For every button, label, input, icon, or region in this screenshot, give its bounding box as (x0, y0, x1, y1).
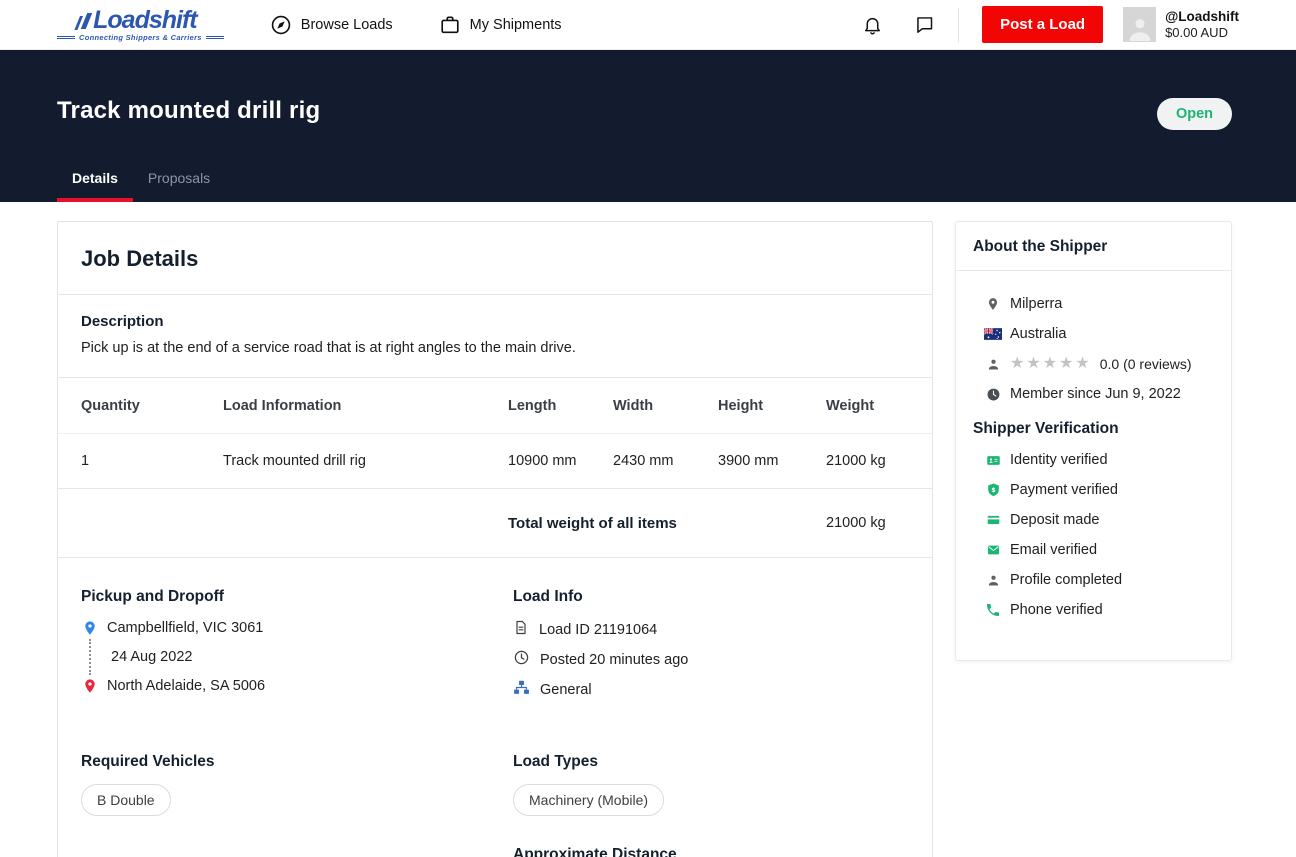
dropoff-row: North Adelaide, SA 5006 (81, 677, 513, 695)
pickup-dropoff-block: Pickup and Dropoff Campbellfield, VIC 30… (81, 588, 513, 709)
logo-text: Loadshift (93, 8, 197, 32)
phone-icon (984, 602, 1002, 618)
user-handle: @Loadshift (1165, 8, 1239, 25)
col-length: Length (508, 398, 613, 414)
approximate-distance-title: Approximate Distance (513, 846, 909, 857)
verification-label: Profile completed (1010, 572, 1122, 588)
credit-card-icon (984, 513, 1002, 527)
tab-proposals[interactable]: Proposals (133, 170, 225, 202)
person-icon (984, 357, 1002, 372)
load-info-title: Load Info (513, 588, 909, 606)
nav-browse-loads[interactable]: Browse Loads (270, 14, 393, 36)
load-items-table: Quantity Load Information Length Width H… (58, 378, 932, 558)
col-height: Height (718, 398, 826, 414)
col-quantity: Quantity (81, 398, 223, 414)
table-row: 1 Track mounted drill rig 10900 mm 2430 … (58, 433, 932, 488)
required-vehicles-block: Required Vehicles B Double (81, 753, 513, 857)
user-menu[interactable]: @Loadshift $0.00 AUD (1165, 8, 1239, 41)
table-total-row: Total weight of all items 21000 kg (58, 488, 932, 558)
verification-label: Deposit made (1010, 512, 1099, 528)
load-types-title: Load Types (513, 753, 909, 771)
shipper-city: Milperra (1010, 296, 1062, 312)
envelope-icon (984, 543, 1002, 557)
description-text: Pick up is at the end of a service road … (81, 340, 909, 356)
user-balance: $0.00 AUD (1165, 25, 1239, 41)
shipper-country: Australia (1010, 326, 1066, 342)
navbar-divider (958, 8, 959, 42)
logo-slash-icon (81, 13, 92, 29)
verification-label: Phone verified (1010, 602, 1103, 618)
cell-length: 10900 mm (508, 453, 613, 469)
content-area: Job Details Description Pick up is at th… (0, 202, 1296, 857)
cell-load-information: Track mounted drill rig (223, 453, 508, 469)
rating-text: 0.0 (0 reviews) (1100, 356, 1192, 372)
total-weight-label: Total weight of all items (508, 515, 826, 532)
verification-label: Identity verified (1010, 452, 1108, 468)
cell-width: 2430 mm (613, 453, 718, 469)
vehicle-chip: B Double (81, 784, 171, 816)
load-types-block: Load Types Machinery (Mobile) Approximat… (513, 753, 909, 857)
description-label: Description (81, 313, 909, 330)
id-card-icon (984, 453, 1002, 468)
verification-label: Email verified (1010, 542, 1097, 558)
tab-details[interactable]: Details (57, 170, 133, 202)
dropoff-pin-icon (81, 677, 99, 695)
col-load-information: Load Information (223, 398, 508, 414)
pickup-location: Campbellfield, VIC 3061 (107, 620, 263, 636)
hero-tabs: Details Proposals (57, 170, 225, 202)
pickup-pin-icon (81, 619, 99, 637)
load-info-block: Load Info Load ID 21191064 Posted 20 min… (513, 588, 909, 709)
compass-icon (270, 14, 292, 36)
job-details-card: Job Details Description Pick up is at th… (57, 221, 933, 857)
profile-person-icon (984, 573, 1002, 588)
col-width: Width (613, 398, 718, 414)
cell-weight: 21000 kg (826, 453, 909, 469)
table-header-row: Quantity Load Information Length Width H… (58, 378, 932, 433)
cell-height: 3900 mm (718, 453, 826, 469)
job-details-title: Job Details (81, 246, 909, 272)
pickup-dropoff-title: Pickup and Dropoff (81, 588, 513, 606)
notifications-bell-icon[interactable] (862, 14, 883, 36)
nav-browse-loads-label: Browse Loads (301, 17, 393, 33)
about-shipper-title: About the Shipper (973, 238, 1214, 256)
page-title: Track mounted drill rig (57, 97, 320, 125)
required-vehicles-title: Required Vehicles (81, 753, 513, 771)
pickup-row: Campbellfield, VIC 3061 (81, 619, 513, 637)
location-pin-icon (984, 296, 1002, 312)
rating-stars: ★★★★★ (1010, 356, 1092, 372)
shipper-verification-title: Shipper Verification (973, 420, 1214, 438)
post-a-load-button[interactable]: Post a Load (982, 6, 1103, 43)
member-since-clock-icon (984, 387, 1002, 402)
nav-my-shipments-label: My Shipments (470, 17, 562, 33)
pickup-date: 24 Aug 2022 (107, 649, 192, 665)
briefcase-icon (439, 14, 461, 36)
route-dotted-line (81, 639, 99, 675)
member-since-text: Member since Jun 9, 2022 (1010, 386, 1181, 402)
status-badge: Open (1157, 98, 1232, 130)
posted-text: Posted 20 minutes ago (540, 652, 688, 668)
clock-icon (513, 649, 530, 670)
verification-label: Payment verified (1010, 482, 1118, 498)
cell-quantity: 1 (81, 453, 223, 469)
svg-text:$: $ (991, 487, 995, 494)
load-id-text: Load ID 21191064 (539, 622, 657, 638)
user-avatar[interactable] (1123, 7, 1156, 42)
top-navbar: Loadshift Connecting Shippers & Carriers… (0, 0, 1296, 50)
total-weight-value: 21000 kg (826, 515, 909, 531)
category-text: General (540, 682, 592, 698)
messages-chat-icon[interactable] (914, 14, 935, 35)
shield-dollar-icon: $ (984, 482, 1002, 498)
document-icon (513, 619, 529, 640)
load-type-chip: Machinery (Mobile) (513, 784, 664, 816)
category-sitemap-icon (513, 679, 530, 700)
approximate-distance-block: Approximate Distance 734km (513, 846, 909, 857)
logo-tagline: Connecting Shippers & Carriers (79, 33, 202, 42)
australia-flag-icon (984, 328, 1002, 340)
about-shipper-card: About the Shipper Milperra Australia ★★★… (955, 221, 1232, 661)
loadshift-logo[interactable]: Loadshift Connecting Shippers & Carriers (57, 8, 224, 42)
page-hero: Track mounted drill rig Open Details Pro… (0, 50, 1296, 202)
dropoff-location: North Adelaide, SA 5006 (107, 678, 265, 694)
col-weight: Weight (826, 398, 909, 414)
nav-my-shipments[interactable]: My Shipments (439, 14, 562, 36)
